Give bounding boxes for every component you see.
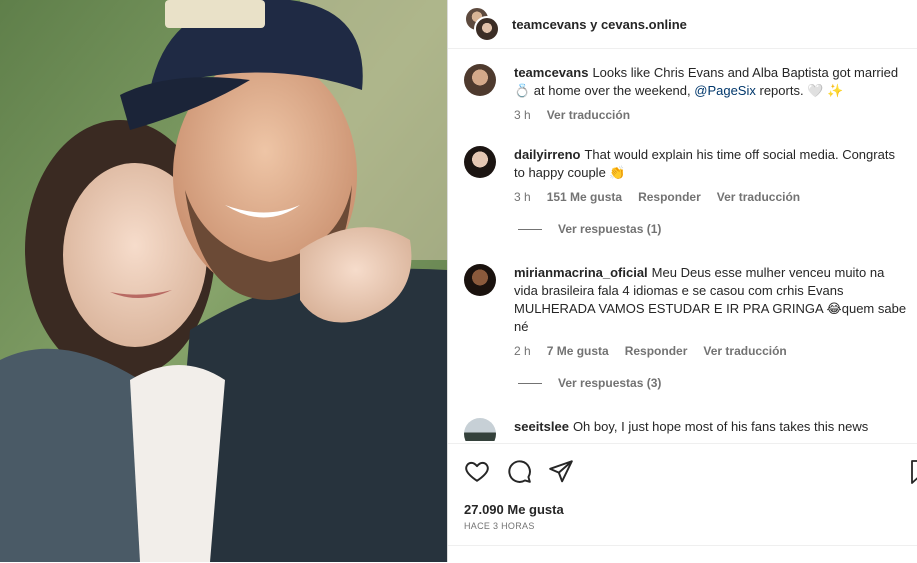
likes-link[interactable]: 7 Me gusta: [547, 344, 609, 358]
comment-username[interactable]: dailyirreno: [514, 147, 580, 162]
post-timestamp[interactable]: HACE 3 HORAS: [464, 521, 535, 531]
reply-button[interactable]: Responder: [625, 344, 688, 358]
couple-selfie-image: [0, 0, 447, 562]
comments-list[interactable]: teamcevans Looks like Chris Evans and Alb…: [448, 49, 917, 441]
post-detail-panel: teamcevans y cevans.online teamcevans Loo…: [447, 0, 917, 562]
comment-username[interactable]: mirianmacrina_oficial: [514, 265, 648, 280]
avatar[interactable]: [464, 264, 496, 296]
collaborator-link[interactable]: cevans.online: [601, 17, 687, 32]
comment-body: Oh boy, I just hope most of his fans tak…: [572, 419, 869, 434]
post-photo[interactable]: [0, 0, 447, 562]
reply-button[interactable]: Responder: [638, 190, 701, 204]
timestamp[interactable]: 3 h: [514, 190, 531, 204]
comment-item: dailyirreno That would explain his time o…: [464, 146, 917, 236]
send-icon[interactable]: [548, 458, 574, 484]
caption-body-end: reports. 🤍 ✨: [759, 83, 844, 98]
comment-meta: 3 h 151 Me gusta Responder Ver traducció…: [514, 190, 917, 204]
avatar[interactable]: [464, 146, 496, 178]
view-replies-button[interactable]: Ver respuestas (3): [518, 376, 917, 390]
timestamp[interactable]: 3 h: [514, 108, 531, 122]
likes-link[interactable]: 151 Me gusta: [547, 190, 622, 204]
divider: [448, 545, 917, 546]
avatar-cevans-online[interactable]: [474, 16, 500, 42]
post-header: teamcevans y cevans.online: [448, 0, 917, 49]
comment-text: mirianmacrina_oficial Meu Deus esse mulhe…: [514, 264, 917, 336]
heart-icon[interactable]: [464, 458, 490, 484]
author-link[interactable]: teamcevans: [512, 17, 586, 32]
comment-item: mirianmacrina_oficial Meu Deus esse mulhe…: [464, 264, 917, 390]
post-authors: teamcevans y cevans.online: [512, 17, 687, 32]
avatar[interactable]: [464, 64, 496, 96]
translate-link[interactable]: Ver traducción: [703, 344, 786, 358]
timestamp[interactable]: 2 h: [514, 344, 531, 358]
avatar[interactable]: [464, 418, 496, 441]
comment-text: seeitslee Oh boy, I just hope most of his…: [514, 418, 917, 436]
author-joiner: y: [590, 16, 598, 32]
view-replies-label: Ver respuestas (1): [558, 222, 662, 236]
bookmark-icon[interactable]: [911, 460, 917, 484]
caption-meta: 3 h Ver traducción: [514, 108, 917, 122]
replies-line: [518, 228, 542, 230]
view-replies-button[interactable]: Ver respuestas (1): [518, 222, 917, 236]
comment-meta: 2 h 7 Me gusta Responder Ver traducción: [514, 344, 917, 358]
comment-username[interactable]: seeitslee: [514, 419, 569, 434]
collab-avatars[interactable]: [464, 6, 500, 42]
caption-item: teamcevans Looks like Chris Evans and Alb…: [464, 64, 917, 122]
comment-text: dailyirreno That would explain his time o…: [514, 146, 917, 182]
replies-line: [518, 382, 542, 384]
comment-item: seeitslee Oh boy, I just hope most of his…: [464, 418, 917, 441]
mention-link[interactable]: @PageSix: [694, 83, 756, 98]
post-actions: 27.090 Me gusta HACE 3 HORAS: [448, 443, 917, 563]
translate-link[interactable]: Ver traducción: [547, 108, 630, 122]
caption-text: teamcevans Looks like Chris Evans and Alb…: [514, 64, 917, 100]
view-replies-label: Ver respuestas (3): [558, 376, 662, 390]
comment-icon[interactable]: [506, 458, 532, 484]
likes-count[interactable]: 27.090 Me gusta: [464, 502, 564, 517]
comment-username[interactable]: teamcevans: [514, 65, 588, 80]
translate-link[interactable]: Ver traducción: [717, 190, 800, 204]
